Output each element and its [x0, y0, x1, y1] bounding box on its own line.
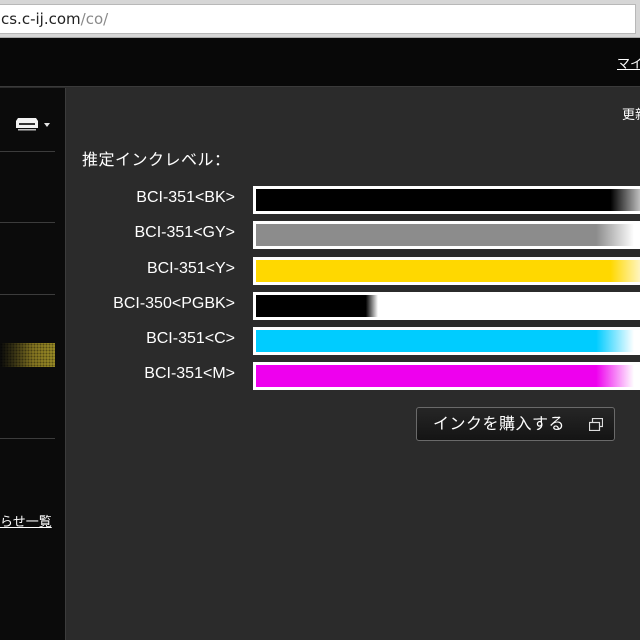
- sidebar-item-active[interactable]: [0, 343, 55, 367]
- top-header: マイ: [0, 38, 640, 87]
- update-button[interactable]: 更新: [622, 104, 640, 123]
- ink-fill: [256, 224, 635, 246]
- sidebar: らせ一覧: [0, 88, 66, 640]
- ink-bar: [253, 186, 640, 214]
- sidebar-divider: [0, 151, 55, 152]
- external-window-icon: [589, 418, 603, 431]
- chevron-down-icon: [44, 123, 50, 127]
- sidebar-divider: [0, 294, 55, 295]
- ink-bar: [253, 257, 640, 285]
- address-bar[interactable]: cs.c-ij.com/co/: [0, 4, 636, 34]
- ink-fill: [256, 260, 640, 282]
- ink-row: BCI-351<GY>: [67, 221, 640, 249]
- ink-bar: [253, 327, 640, 355]
- news-list-link[interactable]: らせ一覧: [0, 511, 52, 530]
- sidebar-divider: [0, 222, 55, 223]
- ink-row: BCI-350<PGBK>: [67, 292, 640, 320]
- ink-name: BCI-351<BK>: [136, 189, 235, 206]
- ink-level-title: 推定インクレベル：: [82, 150, 231, 169]
- ink-row: BCI-351<Y>: [67, 257, 640, 285]
- ink-fill: [256, 330, 635, 352]
- browser-chrome: cs.c-ij.com/co/: [0, 0, 640, 38]
- my-page-link[interactable]: マイ: [617, 53, 640, 72]
- buy-ink-button[interactable]: インクを購入する: [416, 407, 615, 441]
- main-content: 更新 推定インクレベル： BCI-351<BK> BCI-351<GY> BCI…: [67, 88, 640, 640]
- ink-name: BCI-350<PGBK>: [113, 295, 235, 312]
- ink-row: BCI-351<C>: [67, 327, 640, 355]
- ink-name: BCI-351<C>: [146, 330, 235, 347]
- printer-icon[interactable]: [14, 114, 54, 132]
- url-path: /co/: [80, 10, 109, 28]
- buy-ink-label: インクを購入する: [433, 414, 566, 433]
- ink-fill: [256, 365, 635, 387]
- ink-fill: [256, 189, 640, 211]
- ink-fill: [256, 295, 379, 317]
- ink-bar: [253, 292, 640, 320]
- url-host: cs.c-ij.com: [1, 10, 81, 28]
- ink-row: BCI-351<M>: [67, 362, 640, 390]
- ink-bar: [253, 362, 640, 390]
- sidebar-divider: [0, 438, 55, 439]
- ink-name: BCI-351<M>: [144, 365, 235, 382]
- ink-bar: [253, 221, 640, 249]
- ink-row: BCI-351<BK>: [67, 186, 640, 214]
- ink-name: BCI-351<Y>: [146, 260, 235, 277]
- ink-name: BCI-351<GY>: [134, 224, 236, 241]
